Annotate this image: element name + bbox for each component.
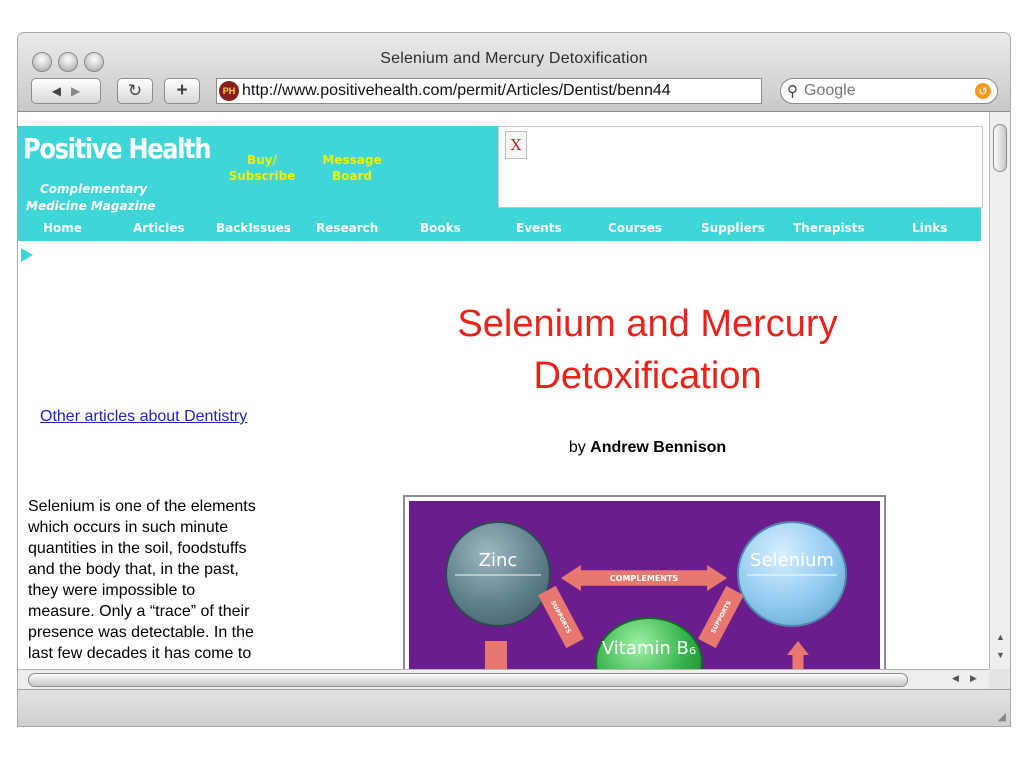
site-logo[interactable]: Positive Health — [23, 132, 212, 165]
reload-button[interactable]: ↻ — [117, 78, 153, 104]
tagline-line: Complementary — [40, 182, 148, 196]
search-magnifier-icon[interactable]: ⚲ — [787, 82, 798, 100]
link-line: Subscribe — [228, 169, 296, 183]
down-arrow-left — [485, 641, 507, 669]
article-body: Selenium is one of the elements which oc… — [28, 496, 298, 664]
body-line: last few decades it has come to — [28, 645, 252, 662]
site-favicon-icon: PH — [219, 81, 239, 101]
plus-icon: + — [176, 80, 188, 101]
supports-arrow-right: SUPPORTS — [698, 585, 744, 649]
supports-arrow-left: SUPPORTS — [538, 585, 584, 649]
scroll-right-icon[interactable]: ▶ — [970, 673, 977, 684]
byline-prefix: by — [568, 439, 586, 456]
body-line: Selenium is one of the elements — [28, 498, 256, 515]
search-field[interactable]: ⚲ Google ↺ — [780, 78, 998, 104]
tagline-line: Medicine Magazine — [26, 199, 156, 213]
body-line: which occurs in such minute — [28, 519, 229, 536]
link-line: Message — [322, 153, 382, 167]
zinc-pill: Zinc — [445, 521, 551, 627]
arrow-label: SUPPORTS — [709, 599, 733, 635]
scroll-down-icon[interactable]: ▼ — [990, 650, 1010, 660]
arrow-label: SUPPORTS — [549, 599, 573, 635]
scroll-up-icon[interactable]: ▲ — [990, 632, 1010, 642]
pill-label: Selenium — [750, 549, 834, 571]
body-line: and the body that, in the past, — [28, 561, 239, 578]
figure-illustration: Zinc Selenium Vitamin B₆ COMPLEMENTS SUP… — [409, 501, 880, 669]
nav-home[interactable]: Home — [43, 221, 82, 235]
resize-grip-icon[interactable]: ◢ — [998, 710, 1006, 723]
nav-books[interactable]: Books — [420, 221, 461, 235]
pill-divider — [455, 574, 541, 576]
up-arrow-right — [787, 641, 809, 669]
buy-subscribe-link[interactable]: Buy/ Subscribe — [222, 152, 302, 184]
article-figure: Zinc Selenium Vitamin B₆ COMPLEMENTS SUP… — [403, 495, 886, 669]
broken-image-icon: X — [505, 131, 527, 159]
vertical-scroll-thumb[interactable] — [993, 124, 1007, 172]
nav-research[interactable]: Research — [316, 221, 378, 235]
forward-arrow-icon[interactable]: ▶ — [71, 84, 80, 98]
back-forward-buttons[interactable]: ◀ ▶ — [31, 78, 101, 104]
play-arrow-icon — [21, 248, 33, 262]
body-line: quantities in the soil, foodstuffs — [28, 540, 247, 557]
add-bookmark-button[interactable]: + — [164, 78, 200, 104]
vitamin-b6-pill: Vitamin B₆ — [595, 617, 703, 669]
nav-links[interactable]: Links — [912, 221, 947, 235]
title-bar: Selenium and Mercury Detoxification ◀ ▶ … — [18, 33, 1010, 112]
nav-suppliers[interactable]: Suppliers — [701, 221, 765, 235]
status-bar: ◢ — [18, 689, 1010, 726]
body-line: measure. Only a “trace” of their — [28, 603, 250, 620]
complements-arrow: COMPLEMENTS — [561, 565, 727, 591]
arrow-label: COMPLEMENTS — [609, 573, 679, 583]
reload-icon: ↻ — [127, 81, 143, 100]
search-placeholder: Google — [804, 82, 856, 99]
title-line: Detoxification — [533, 355, 762, 397]
article-byline: by Andrew Bennison — [400, 439, 895, 457]
advertisement-frame[interactable]: X — [498, 126, 983, 208]
window-title: Selenium and Mercury Detoxification — [380, 50, 648, 67]
nav-articles[interactable]: Articles — [133, 221, 185, 235]
message-board-link[interactable]: Message Board — [314, 152, 390, 184]
scroll-left-icon[interactable]: ◀ — [952, 673, 959, 684]
body-line: presence was detectable. In the — [28, 624, 254, 641]
url-text[interactable]: http://www.positivehealth.com/permit/Art… — [242, 82, 671, 100]
site-tagline: Complementary Medicine Magazine — [26, 181, 210, 215]
back-arrow-icon[interactable]: ◀ — [52, 84, 61, 98]
vertical-scrollbar[interactable]: ▲ ▼ — [989, 112, 1010, 669]
link-line: Board — [332, 169, 372, 183]
resize-corner[interactable] — [989, 669, 1010, 689]
author-name: Andrew Bennison — [590, 439, 727, 456]
selenium-pill: Selenium — [737, 521, 847, 627]
pill-divider — [747, 574, 837, 576]
pill-label: Vitamin B₆ — [601, 637, 697, 659]
body-line: they were impossible to — [28, 582, 196, 599]
nav-therapists[interactable]: Therapists — [793, 221, 865, 235]
pill-label: Zinc — [478, 549, 518, 571]
article-title: Selenium and Mercury Detoxification — [400, 298, 895, 402]
address-bar[interactable]: PH http://www.positivehealth.com/permit/… — [216, 78, 762, 104]
nav-events[interactable]: Events — [516, 221, 562, 235]
snapback-icon[interactable]: ↺ — [975, 83, 991, 99]
nav-backissues[interactable]: BackIssues — [216, 221, 291, 235]
horizontal-scroll-thumb[interactable] — [28, 673, 908, 687]
nav-courses[interactable]: Courses — [608, 221, 662, 235]
title-line: Selenium and Mercury — [457, 303, 838, 345]
horizontal-scrollbar[interactable]: ◀ ▶ — [18, 669, 989, 689]
browser-window: Selenium and Mercury Detoxification ◀ ▶ … — [18, 33, 1010, 726]
web-content: Positive Health Complementary Medicine M… — [18, 112, 989, 669]
link-line: Buy/ — [247, 153, 277, 167]
other-articles-link[interactable]: Other articles about Dentistry — [40, 408, 247, 426]
